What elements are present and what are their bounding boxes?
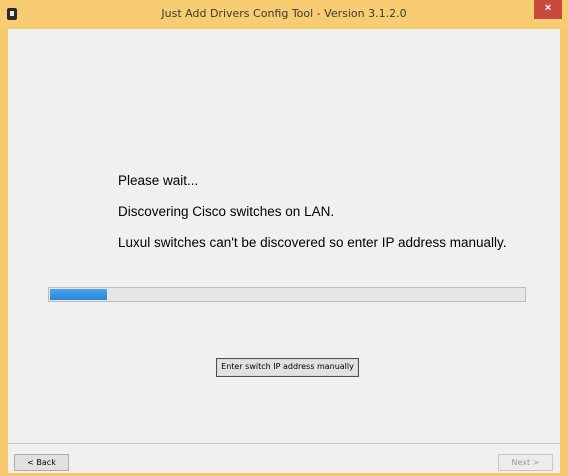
navigation-bar: < Back Next > (8, 443, 560, 473)
title-bar[interactable]: Just Add Drivers Config Tool - Version 3… (0, 0, 568, 29)
main-panel: Please wait... Discovering Cisco switche… (8, 29, 560, 443)
back-button[interactable]: < Back (14, 454, 69, 471)
close-button[interactable]: × (534, 0, 562, 19)
status-message-wait: Please wait... (118, 173, 199, 188)
window-title: Just Add Drivers Config Tool - Version 3… (161, 7, 407, 20)
progress-bar-fill (50, 289, 107, 300)
status-message-discovering: Discovering Cisco switches on LAN. (118, 204, 335, 219)
app-window: Just Add Drivers Config Tool - Version 3… (0, 0, 568, 476)
next-button[interactable]: Next > (498, 454, 553, 471)
enter-ip-manually-button[interactable]: Enter switch IP address manually (216, 358, 359, 377)
status-message-luxul: Luxul switches can't be discovered so en… (118, 235, 507, 250)
progress-bar (48, 287, 526, 302)
